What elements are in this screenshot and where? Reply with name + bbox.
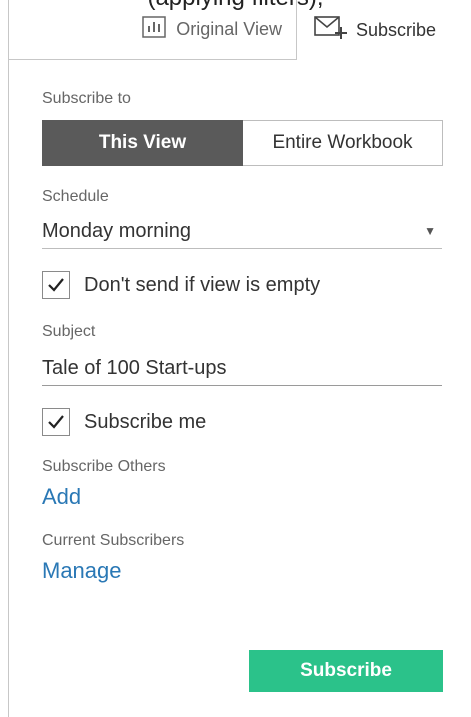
panel-divider bbox=[8, 0, 9, 717]
subject-label: Subject bbox=[42, 323, 96, 340]
tab-original-view-label: Original View bbox=[176, 19, 282, 39]
entire-workbook-option[interactable]: Entire Workbook bbox=[243, 120, 443, 166]
tab-subscribe[interactable]: Subscribe bbox=[298, 0, 471, 61]
subscribe-others-label: Subscribe Others bbox=[42, 458, 166, 475]
chevron-down-icon: ▼ bbox=[424, 224, 436, 238]
current-subscribers-label: Current Subscribers bbox=[42, 532, 185, 549]
checkmark-icon bbox=[48, 415, 64, 429]
checkmark-icon bbox=[48, 278, 64, 292]
subscribe-form: Subscribe to This View Entire Workbook S… bbox=[42, 90, 443, 584]
tab-original-view[interactable]: Original View bbox=[9, 0, 297, 60]
tab-subscribe-label: Subscribe bbox=[356, 20, 437, 40]
schedule-label: Schedule bbox=[42, 188, 109, 205]
subscribe-to-label: Subscribe to bbox=[42, 90, 131, 107]
dont-send-label: Don't send if view is empty bbox=[84, 273, 321, 296]
add-subscribers-link[interactable]: Add bbox=[42, 484, 81, 510]
subscribe-me-label: Subscribe me bbox=[84, 410, 207, 433]
tab-bar: Original View Subscribe bbox=[9, 0, 471, 62]
manage-subscribers-link[interactable]: Manage bbox=[42, 558, 122, 584]
dont-send-checkbox[interactable] bbox=[42, 271, 70, 299]
subscribe-button[interactable]: Subscribe bbox=[249, 650, 443, 692]
subject-input[interactable]: Tale of 100 Start-ups bbox=[42, 351, 442, 386]
dont-send-option[interactable]: Don't send if view is empty bbox=[42, 271, 442, 299]
subscribe-panel: (applying filters), Original View bbox=[0, 0, 471, 717]
mail-plus-icon bbox=[314, 15, 348, 46]
subscribe-to-toggle: This View Entire Workbook bbox=[42, 120, 443, 166]
bar-chart-icon bbox=[142, 16, 167, 43]
subscribe-me-option[interactable]: Subscribe me bbox=[42, 408, 442, 436]
schedule-select[interactable]: Monday morning ▼ bbox=[42, 214, 442, 249]
subscribe-me-checkbox[interactable] bbox=[42, 408, 70, 436]
this-view-option[interactable]: This View bbox=[42, 120, 243, 166]
schedule-value: Monday morning bbox=[42, 219, 191, 242]
